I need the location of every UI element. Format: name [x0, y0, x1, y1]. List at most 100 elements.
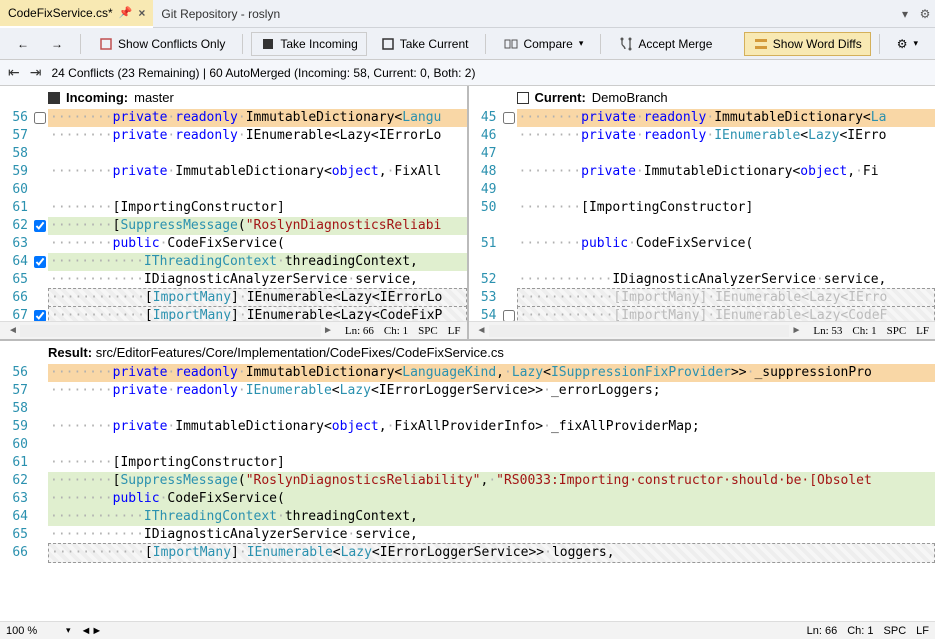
current-code[interactable]: 45········private·readonly·ImmutableDict…: [469, 109, 935, 321]
line-number: 59: [0, 163, 32, 181]
scroll-right-icon[interactable]: ►: [789, 325, 803, 336]
code-line[interactable]: 62········[SuppressMessage("RoslynDiagno…: [0, 472, 935, 490]
settings-button[interactable]: ⚙ ▾: [888, 33, 927, 55]
code-line[interactable]: 48········private·ImmutableDictionary<ob…: [469, 163, 935, 181]
code-line[interactable]: 60: [0, 181, 467, 199]
next-conflict-button[interactable]: ⇥: [30, 64, 42, 81]
code-line[interactable]: 57········private·readonly·IEnumerable<L…: [0, 127, 467, 145]
incoming-branch: master: [134, 90, 174, 105]
incoming-code[interactable]: 56········private·readonly·ImmutableDict…: [0, 109, 467, 321]
code-line[interactable]: 59········private·ImmutableDictionary<ob…: [0, 163, 467, 181]
line-checkbox-cell: [32, 112, 48, 124]
code-line[interactable]: 63········public·CodeFixService(: [0, 490, 935, 508]
code-line[interactable]: 52············IDiagnosticAnalyzerService…: [469, 271, 935, 289]
line-number: 63: [0, 490, 32, 508]
code-line[interactable]: 65············IDiagnosticAnalyzerService…: [0, 271, 467, 289]
code-line[interactable]: 58: [0, 145, 467, 163]
scroll-right-icon[interactable]: ►: [321, 325, 335, 336]
code-line[interactable]: 54············[ImportMany]·IEnumerable<L…: [469, 307, 935, 321]
code-line[interactable]: 53············[ImportMany]·IEnumerable<L…: [469, 289, 935, 307]
scroll-left-icon[interactable]: ◄: [6, 325, 20, 336]
take-current-button[interactable]: Take Current: [371, 32, 478, 56]
spc: SPC: [418, 325, 438, 337]
result-path: src/EditorFeatures/Core/Implementation/C…: [96, 345, 504, 360]
line-number: 61: [0, 454, 32, 472]
line-checkbox[interactable]: [503, 310, 515, 321]
arrow-left-icon: ←: [17, 37, 29, 51]
zoom-level[interactable]: 100 %: [6, 625, 56, 637]
tab-git-repository[interactable]: Git Repository - roslyn: [153, 0, 288, 28]
code-line[interactable]: 56········private·readonly·ImmutableDict…: [0, 109, 467, 127]
line-number: 67: [0, 307, 32, 321]
spc: SPC: [887, 325, 907, 337]
line-checkbox[interactable]: [503, 112, 515, 124]
show-conflicts-button[interactable]: Show Conflicts Only: [89, 32, 234, 56]
code-line[interactable]: 62········[SuppressMessage("RoslynDiagno…: [0, 217, 467, 235]
code-content: ········private·readonly·ImmutableDictio…: [48, 364, 935, 382]
code-content: ········[SuppressMessage("RoslynDiagnost…: [48, 217, 467, 235]
code-line[interactable]: 64············IThreadingContext·threadin…: [0, 253, 467, 271]
code-line[interactable]: 61········[ImportingConstructor]: [0, 199, 467, 217]
take-incoming-button[interactable]: Take Incoming: [251, 32, 366, 56]
close-icon[interactable]: ×: [138, 6, 145, 20]
code-content: ········private·readonly·IEnumerable<Laz…: [48, 382, 935, 400]
label: Take Current: [400, 37, 469, 51]
code-line[interactable]: [469, 217, 935, 235]
chevron-down-icon[interactable]: ▾: [66, 625, 71, 636]
line-number: 50: [469, 199, 501, 217]
code-line[interactable]: 66············[ImportMany]·IEnumerable<L…: [0, 289, 467, 307]
scrollbar[interactable]: [20, 325, 321, 337]
arrow-right-icon: →: [51, 37, 63, 51]
result-code[interactable]: 56········private·readonly·ImmutableDict…: [0, 364, 935, 621]
window-dropdown-icon[interactable]: ▾: [895, 7, 915, 21]
nav-forward-button[interactable]: →: [42, 33, 72, 55]
word-diffs-icon: [753, 36, 769, 52]
code-line[interactable]: 49: [469, 181, 935, 199]
code-line[interactable]: 66············[ImportMany]·IEnumerable<L…: [0, 544, 935, 562]
scroll-left-icon[interactable]: ◄: [475, 325, 489, 336]
code-line[interactable]: 67 ············[ImportMany]·IEnumerable<L…: [0, 307, 467, 321]
prev-conflict-button[interactable]: ⇤: [8, 64, 20, 81]
code-line[interactable]: 58: [0, 400, 935, 418]
line-checkbox[interactable]: [34, 256, 46, 268]
code-content: ············IThreadingContext·threadingC…: [48, 508, 935, 526]
code-content: ············[ImportMany]·IEnumerable<Laz…: [48, 306, 467, 321]
code-content: ········private·ImmutableDictionary<obje…: [48, 418, 935, 436]
code-line[interactable]: 64············IThreadingContext·threadin…: [0, 508, 935, 526]
code-line[interactable]: 65············IDiagnosticAnalyzerService…: [0, 526, 935, 544]
line-checkbox[interactable]: [34, 310, 46, 321]
code-line[interactable]: 57········private·readonly·IEnumerable<L…: [0, 382, 935, 400]
code-line[interactable]: 59········private·ImmutableDictionary<ob…: [0, 418, 935, 436]
merge-area: Incoming: master 56········private·reado…: [0, 86, 935, 639]
nav-back-button[interactable]: ←: [8, 33, 38, 55]
code-line[interactable]: 50········[ImportingConstructor]: [469, 199, 935, 217]
pin-icon[interactable]: 📌: [119, 6, 133, 19]
incoming-footer: ◄► Ln: 66 Ch: 1 SPC LF: [0, 321, 467, 339]
show-word-diffs-button[interactable]: Show Word Diffs: [744, 32, 871, 56]
code-line[interactable]: 46········private·readonly·IEnumerable<L…: [469, 127, 935, 145]
code-line[interactable]: 61········[ImportingConstructor]: [0, 454, 935, 472]
code-line[interactable]: 60: [0, 436, 935, 454]
gear-icon[interactable]: ⚙: [915, 7, 935, 21]
code-line[interactable]: [469, 253, 935, 271]
code-line[interactable]: 63········public·CodeFixService(: [0, 235, 467, 253]
tab-codefixservice[interactable]: CodeFixService.cs* 📌 ×: [0, 0, 153, 28]
code-line[interactable]: 51········public·CodeFixService(: [469, 235, 935, 253]
line-number: 48: [469, 163, 501, 181]
accept-merge-button[interactable]: Accept Merge: [609, 32, 721, 56]
compare-icon: [503, 36, 519, 52]
scroll-left-icon[interactable]: ◄: [81, 625, 92, 637]
line-checkbox[interactable]: [34, 112, 46, 124]
ln: Ln: 66: [345, 325, 374, 337]
lf: LF: [916, 625, 929, 637]
code-content: ············IThreadingContext·threadingC…: [48, 253, 467, 271]
scroll-right-icon[interactable]: ►: [91, 625, 102, 637]
line-number: 63: [0, 235, 32, 253]
code-line[interactable]: 47: [469, 145, 935, 163]
scrollbar[interactable]: [489, 325, 790, 337]
code-line[interactable]: 56········private·readonly·ImmutableDict…: [0, 364, 935, 382]
code-line[interactable]: 45········private·readonly·ImmutableDict…: [469, 109, 935, 127]
label: Take Incoming: [280, 37, 357, 51]
compare-button[interactable]: Compare ▾: [494, 32, 592, 56]
line-checkbox[interactable]: [34, 220, 46, 232]
